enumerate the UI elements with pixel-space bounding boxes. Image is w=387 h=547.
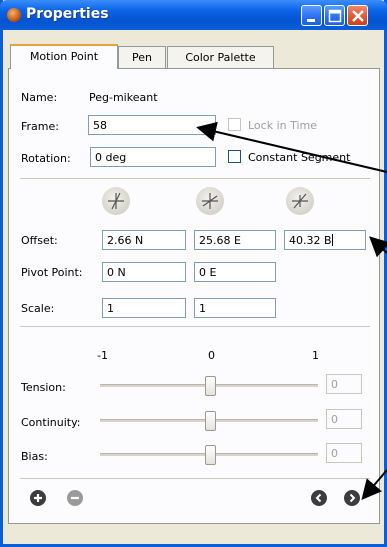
annotation-arrow [196, 121, 387, 173]
annotation-arrow [369, 236, 387, 258]
annotation-arrow [361, 469, 387, 501]
annotation-arrows [196, 121, 387, 501]
tab-motion-point[interactable]: Motion Point [10, 44, 118, 69]
